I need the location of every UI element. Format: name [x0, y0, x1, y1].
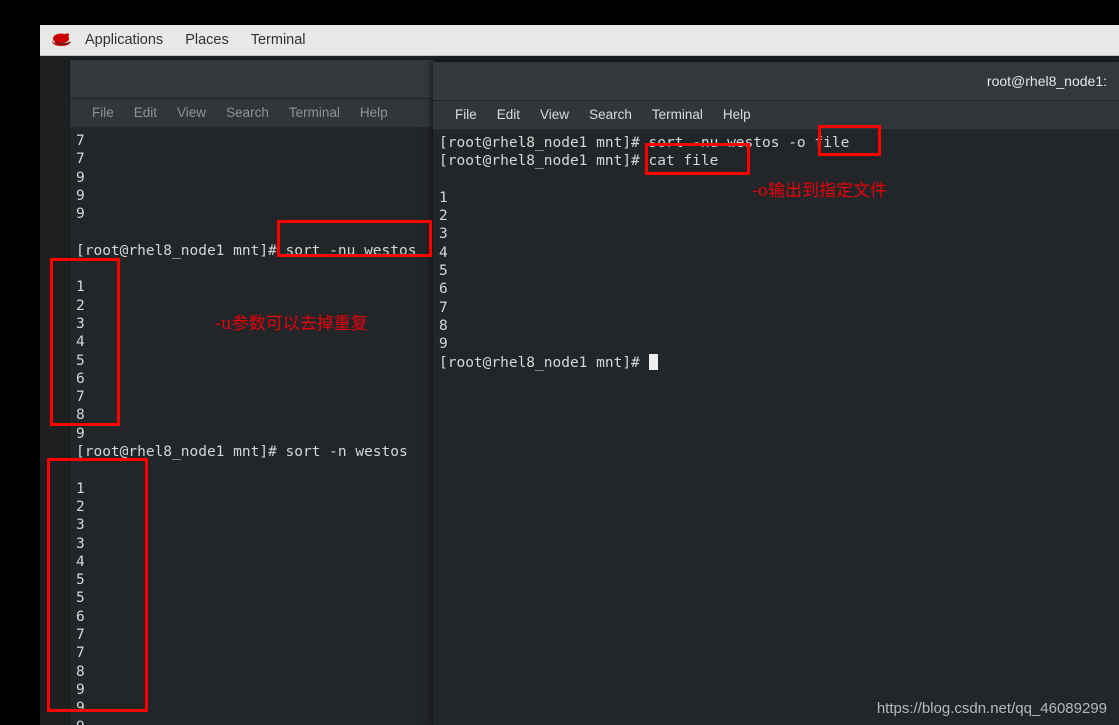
- terminal-window-background[interactable]: File Edit View Search Terminal Help 7799…: [70, 60, 435, 725]
- terminal-line: [root@rhel8_node1 mnt]# sort -nu westos: [76, 242, 417, 259]
- terminal-line: 4: [439, 244, 448, 261]
- terminal-line: 8: [439, 317, 448, 334]
- back-menu-search[interactable]: Search: [216, 99, 279, 127]
- terminal-line: 5: [76, 352, 85, 369]
- front-menu-view[interactable]: View: [530, 101, 579, 129]
- menu-applications[interactable]: Applications: [74, 25, 174, 55]
- back-window-menu-bar: File Edit View Search Terminal Help: [70, 99, 435, 128]
- terminal-line: 9: [76, 681, 85, 698]
- blog-watermark: https://blog.csdn.net/qq_46089299: [876, 700, 1107, 717]
- terminal-line: 7: [76, 133, 85, 149]
- terminal-line: 9: [76, 206, 85, 223]
- back-menu-edit[interactable]: Edit: [124, 99, 167, 127]
- back-window-title-bar[interactable]: [70, 60, 435, 99]
- terminal-line: 5: [76, 572, 85, 589]
- back-terminal-output[interactable]: 7 7 9 9 9 [root@rhel8_node1 mnt]# sort -nu we…: [70, 128, 435, 725]
- terminal-line: [root@rhel8_node1 mnt]# sort -n westos: [76, 444, 408, 461]
- terminal-line: 9: [76, 425, 85, 442]
- terminal-line: 5: [439, 263, 448, 280]
- terminal-line: 9: [76, 718, 435, 725]
- front-window-title-bar[interactable]: root@rhel8_node1:: [433, 62, 1119, 101]
- terminal-line: 6: [439, 281, 448, 298]
- terminal-line: 3: [76, 517, 85, 534]
- front-menu-file[interactable]: File: [445, 101, 487, 129]
- front-menu-search[interactable]: Search: [579, 101, 642, 129]
- terminal-line: [root@rhel8_node1 mnt]# sort -nu westos …: [439, 135, 850, 151]
- redhat-logo-icon: [50, 31, 72, 49]
- terminal-window-foreground[interactable]: root@rhel8_node1: File Edit View Search …: [433, 62, 1119, 725]
- terminal-line: 3: [439, 226, 448, 243]
- front-window-menu-bar: File Edit View Search Terminal Help: [433, 101, 1119, 130]
- back-menu-terminal[interactable]: Terminal: [279, 99, 350, 127]
- terminal-line: 2: [76, 297, 85, 314]
- terminal-line: 7: [76, 627, 85, 644]
- terminal-line: 8: [76, 407, 85, 424]
- terminal-line: 7: [439, 299, 448, 316]
- terminal-line: 3: [76, 535, 85, 552]
- terminal-line: 9: [76, 169, 85, 186]
- front-menu-terminal[interactable]: Terminal: [642, 101, 713, 129]
- terminal-line: 2: [439, 208, 448, 225]
- terminal-line: 2: [76, 498, 85, 515]
- front-menu-help[interactable]: Help: [713, 101, 761, 129]
- terminal-line: 1: [76, 480, 85, 497]
- screen-root: Applications Places Terminal File Edit V…: [0, 0, 1119, 725]
- terminal-line: 7: [76, 151, 85, 168]
- terminal-line: [root@rhel8_node1 mnt]# cat file: [439, 153, 719, 170]
- terminal-line: 3: [76, 315, 85, 332]
- terminal-line: 6: [76, 370, 85, 387]
- terminal-line: 9: [76, 700, 85, 717]
- gnome-top-panel: Applications Places Terminal: [40, 25, 1119, 56]
- front-menu-edit[interactable]: Edit: [487, 101, 530, 129]
- terminal-cursor: [648, 353, 658, 370]
- terminal-line: 9: [439, 336, 448, 353]
- terminal-line: 4: [76, 553, 85, 570]
- front-terminal-output[interactable]: [root@rhel8_node1 mnt]# sort -nu westos …: [433, 130, 1119, 725]
- terminal-line: 7: [76, 389, 85, 406]
- terminal-line: 7: [76, 645, 85, 662]
- terminal-line: 1: [439, 189, 448, 206]
- terminal-line: 1: [76, 279, 85, 296]
- back-menu-help[interactable]: Help: [350, 99, 398, 127]
- menu-places[interactable]: Places: [174, 25, 240, 55]
- terminal-prompt-line: [root@rhel8_node1 mnt]#: [439, 353, 1119, 372]
- terminal-line: 8: [76, 663, 85, 680]
- terminal-line: 5: [76, 590, 85, 607]
- terminal-line: 4: [76, 334, 85, 351]
- shell-prompt: [root@rhel8_node1 mnt]#: [439, 354, 649, 371]
- terminal-line: 9: [76, 187, 85, 204]
- menu-terminal[interactable]: Terminal: [240, 25, 317, 55]
- back-menu-file[interactable]: File: [82, 99, 124, 127]
- front-window-title: root@rhel8_node1:: [986, 73, 1107, 89]
- back-menu-view[interactable]: View: [167, 99, 216, 127]
- terminal-line: 6: [76, 608, 85, 625]
